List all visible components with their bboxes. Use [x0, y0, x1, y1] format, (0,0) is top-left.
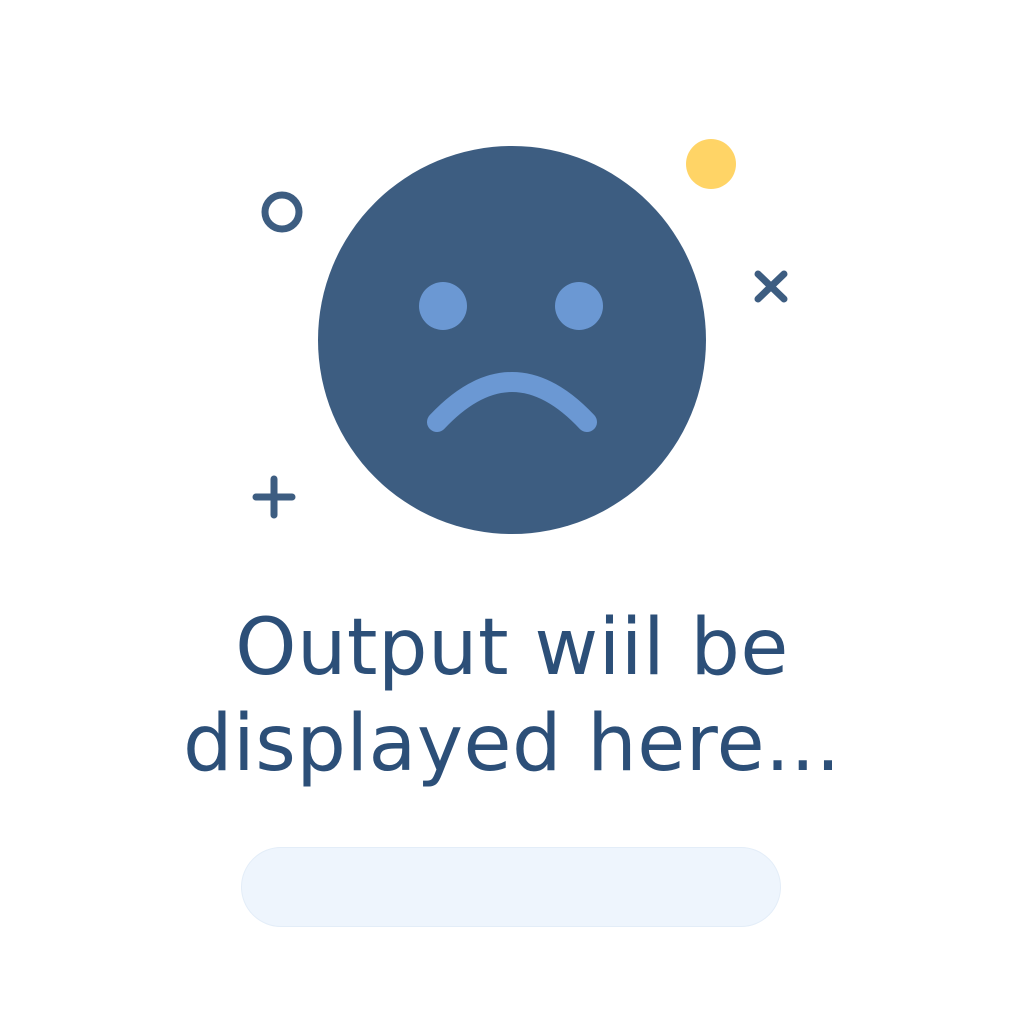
dot-icon — [686, 139, 736, 189]
left-eye — [419, 282, 467, 330]
empty-output-panel: Output wiil be displayed here... — [0, 0, 1024, 1024]
cross-icon — [754, 270, 788, 303]
right-eye — [555, 282, 603, 330]
plus-icon — [252, 475, 296, 519]
output-bar — [241, 847, 781, 927]
message-line-2: displayed here... — [183, 699, 841, 789]
ring-icon — [261, 191, 303, 233]
sad-face-icon — [318, 146, 706, 534]
empty-state-message: Output wiil be displayed here... — [0, 600, 1024, 792]
empty-state-illustration — [252, 139, 788, 534]
message-line-1: Output wiil be — [235, 603, 789, 693]
